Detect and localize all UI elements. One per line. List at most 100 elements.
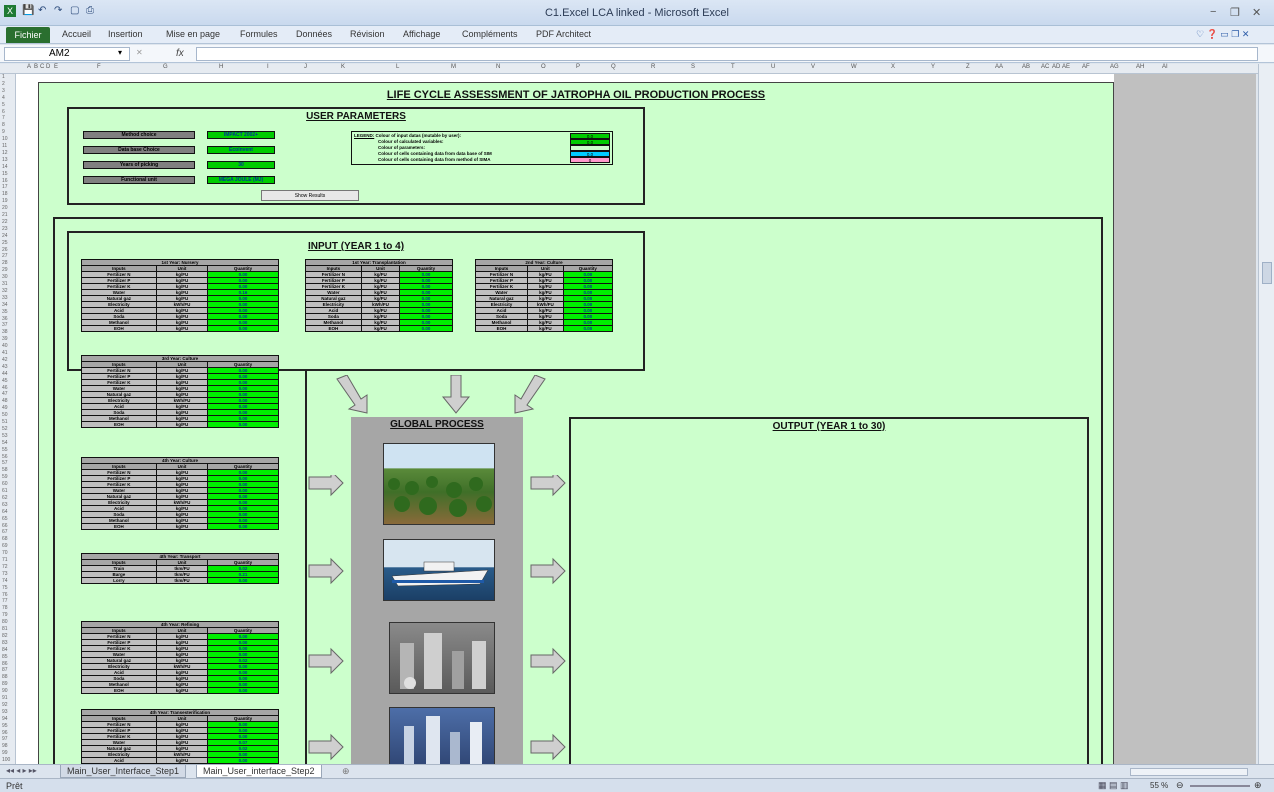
row-header[interactable]: 22 — [2, 219, 8, 225]
tab-file[interactable]: Fichier — [6, 27, 50, 43]
formula-input[interactable] — [196, 47, 1258, 61]
tab-data[interactable]: Données — [296, 29, 332, 39]
insert-sheet-icon[interactable]: ⊕ — [342, 766, 350, 777]
row-header[interactable]: 85 — [2, 654, 8, 660]
row-header[interactable]: 49 — [2, 405, 8, 411]
row-header[interactable]: 88 — [2, 674, 8, 680]
row-header[interactable]: 56 — [2, 454, 8, 460]
row-header[interactable]: 77 — [2, 598, 8, 604]
row-header[interactable]: 58 — [2, 467, 8, 473]
row-header[interactable]: 82 — [2, 633, 8, 639]
column-header[interactable]: AE — [1062, 64, 1070, 70]
row-header[interactable]: 25 — [2, 240, 8, 246]
row-header[interactable]: 95 — [2, 723, 8, 729]
column-header[interactable]: H — [219, 64, 223, 70]
show-results-button[interactable]: Show Results — [261, 190, 359, 201]
row-header[interactable]: 35 — [2, 309, 8, 315]
column-header[interactable]: AB — [1022, 64, 1030, 70]
quantity-cell[interactable]: 0.00 — [399, 325, 453, 332]
param-value[interactable]: 30 — [207, 161, 275, 169]
row-header[interactable]: 3 — [2, 88, 5, 94]
quantity-cell[interactable]: 0.00 — [207, 757, 279, 764]
row-header[interactable]: 99 — [2, 750, 8, 756]
column-header[interactable]: G — [163, 64, 168, 70]
row-header[interactable]: 28 — [2, 260, 8, 266]
row-header[interactable]: 81 — [2, 626, 8, 632]
worksheet-grid[interactable]: LIFE CYCLE ASSESSMENT OF JATROPHA OIL PR… — [16, 74, 1256, 764]
row-header[interactable]: 64 — [2, 509, 8, 515]
row-header[interactable]: 37 — [2, 322, 8, 328]
tab-view[interactable]: Affichage — [403, 29, 440, 39]
row-header[interactable]: 33 — [2, 295, 8, 301]
zoom-slider[interactable] — [1190, 785, 1250, 787]
column-header[interactable]: V — [811, 64, 815, 70]
row-header[interactable]: 31 — [2, 281, 8, 287]
close-button[interactable]: ✕ — [1252, 6, 1261, 19]
row-header[interactable]: 2 — [2, 81, 5, 87]
column-header[interactable]: F — [97, 64, 101, 70]
row-header[interactable]: 16 — [2, 178, 8, 184]
row-header[interactable]: 11 — [2, 143, 7, 149]
row-header[interactable]: 38 — [2, 329, 8, 335]
row-header[interactable]: 62 — [2, 495, 8, 501]
row-header[interactable]: 100 — [2, 757, 10, 763]
minimize-button[interactable]: − — [1210, 6, 1216, 18]
row-header[interactable]: 26 — [2, 247, 8, 253]
row-header[interactable]: 50 — [2, 412, 8, 418]
row-header[interactable]: 18 — [2, 191, 8, 197]
column-header[interactable]: U — [771, 64, 775, 70]
row-header[interactable]: 7 — [2, 115, 5, 121]
row-header[interactable]: 91 — [2, 695, 8, 701]
row-header[interactable]: 60 — [2, 481, 8, 487]
row-header[interactable]: 73 — [2, 571, 8, 577]
row-header[interactable]: 47 — [2, 391, 8, 397]
row-header[interactable]: 1 — [2, 74, 5, 80]
row-header[interactable]: 84 — [2, 647, 8, 653]
row-header[interactable]: 80 — [2, 619, 8, 625]
tab-formulas[interactable]: Formules — [240, 29, 278, 39]
row-header[interactable]: 39 — [2, 336, 8, 342]
quantity-cell[interactable]: 0.00 — [562, 325, 614, 332]
column-header[interactable]: AG — [1110, 64, 1119, 70]
column-header[interactable]: T — [731, 64, 735, 70]
tab-insert[interactable]: Insertion — [108, 29, 143, 39]
row-header[interactable]: 65 — [2, 516, 8, 522]
restore-button[interactable]: ❐ — [1230, 6, 1240, 19]
row-header[interactable]: 71 — [2, 557, 8, 563]
column-header[interactable]: AH — [1136, 64, 1144, 70]
row-header[interactable]: 83 — [2, 640, 8, 646]
column-header[interactable]: S — [691, 64, 695, 70]
row-header[interactable]: 30 — [2, 274, 8, 280]
tab-pdf-architect[interactable]: PDF Architect — [536, 29, 591, 39]
column-header[interactable]: M — [451, 64, 456, 70]
row-header[interactable]: 21 — [2, 212, 8, 218]
row-header[interactable]: 8 — [2, 122, 5, 128]
row-header[interactable]: 19 — [2, 198, 8, 204]
row-header[interactable]: 53 — [2, 433, 8, 439]
name-box-dropdown-icon[interactable]: ▾ — [118, 48, 122, 57]
row-header[interactable]: 55 — [2, 447, 8, 453]
row-header[interactable]: 34 — [2, 302, 8, 308]
row-header[interactable]: 76 — [2, 592, 8, 598]
row-header[interactable]: 69 — [2, 543, 8, 549]
row-header[interactable]: 43 — [2, 364, 8, 370]
column-header[interactable]: N — [496, 64, 500, 70]
row-header[interactable]: 68 — [2, 536, 8, 542]
row-header[interactable]: 9 — [2, 129, 5, 135]
column-header[interactable]: C — [40, 64, 44, 70]
help-icon[interactable]: ♡ ❓ ▭ ❐ ✕ — [1196, 29, 1249, 40]
row-header[interactable]: 41 — [2, 350, 8, 356]
row-header[interactable]: 40 — [2, 343, 8, 349]
row-header[interactable]: 32 — [2, 288, 8, 294]
row-header[interactable]: 74 — [2, 578, 8, 584]
tab-nav-icon[interactable]: ◂◂ ◂ ▸ ▸▸ — [6, 766, 37, 775]
quantity-cell[interactable]: 0.00 — [207, 577, 279, 584]
row-header[interactable]: 94 — [2, 716, 8, 722]
column-header[interactable]: Y — [931, 64, 935, 70]
param-value[interactable]: IMPACT 2002+ — [207, 131, 275, 139]
row-header[interactable]: 90 — [2, 688, 8, 694]
row-header[interactable]: 92 — [2, 702, 8, 708]
column-header[interactable]: AA — [995, 64, 1003, 70]
row-header[interactable]: 17 — [2, 184, 8, 190]
row-header[interactable]: 93 — [2, 709, 8, 715]
